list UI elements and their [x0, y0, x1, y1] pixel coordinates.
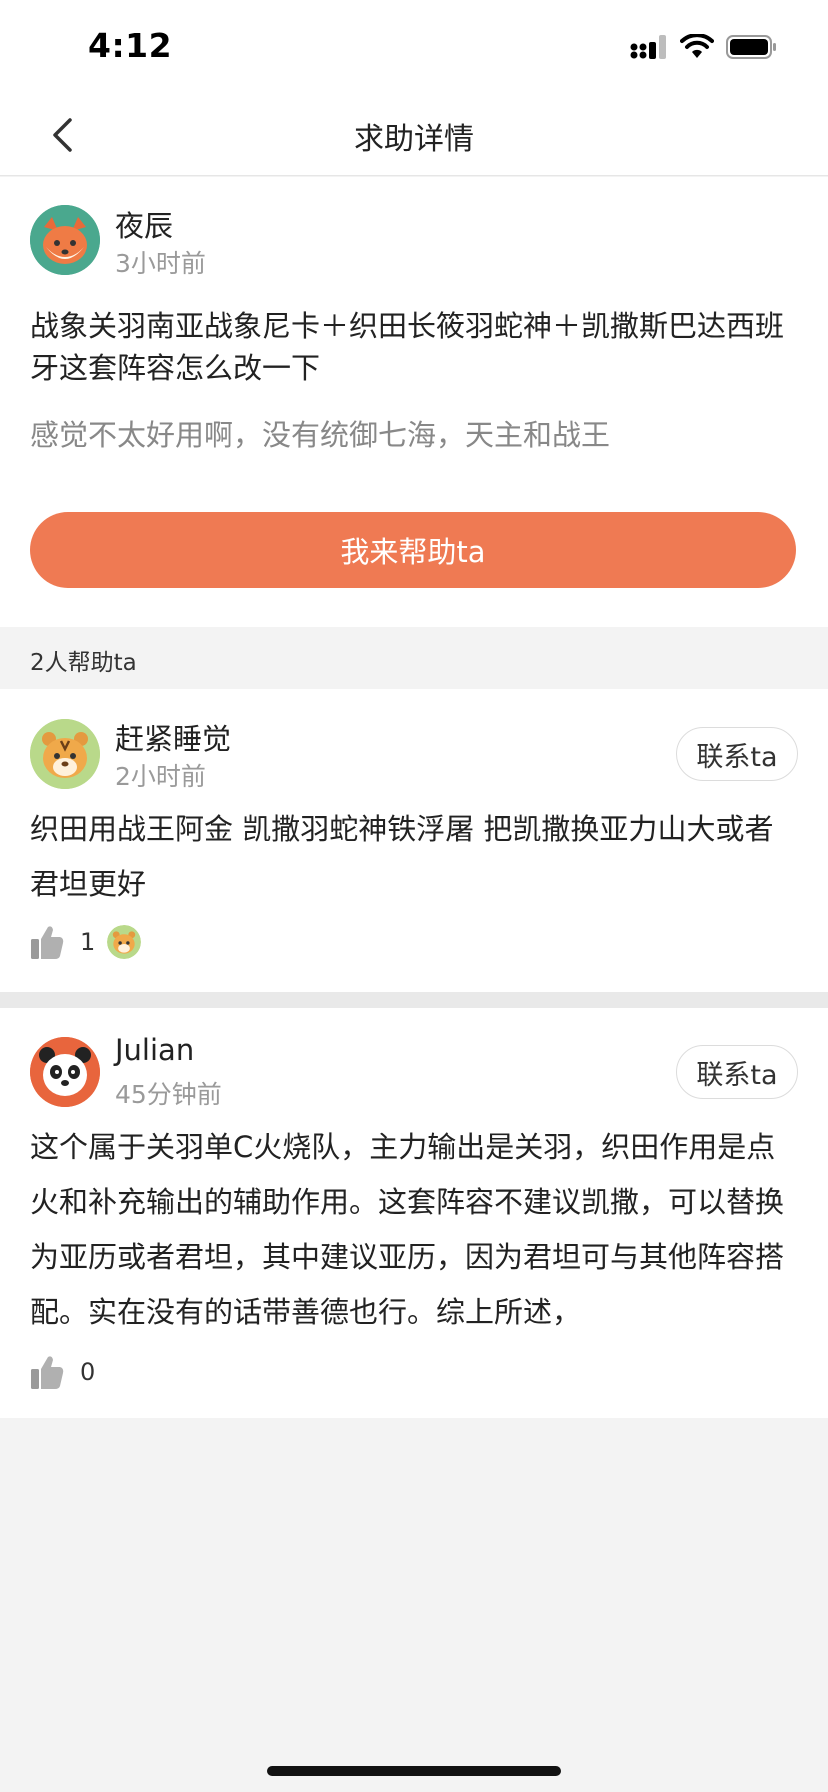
answer-text: 这个属于关羽单C火烧队，主力输出是关羽，织田作用是点火和补充输出的辅助作用。这套… — [30, 1130, 785, 1329]
status-icons — [630, 30, 778, 64]
status-time: 4:12 — [88, 26, 173, 65]
page-title: 求助详情 — [354, 122, 474, 157]
helpers-count: 2人帮助ta — [30, 650, 137, 676]
panda-avatar[interactable] — [30, 1037, 100, 1107]
answer-time: 45分钟前 — [115, 1080, 222, 1109]
helpers-header: 2人帮助ta — [0, 627, 828, 689]
home-indicator[interactable] — [267, 1766, 561, 1776]
like-count: 0 — [80, 1358, 96, 1386]
fox-avatar[interactable] — [30, 205, 100, 275]
like-row: 0 — [30, 1352, 95, 1392]
author-name: 夜辰 — [115, 209, 174, 243]
question-subtext: 感觉不太好用啊，没有统御七海，天主和战王 — [30, 418, 611, 452]
wifi-icon — [680, 34, 714, 58]
like-count: 1 — [80, 928, 96, 956]
navigation-bar: 求助详情 — [0, 94, 828, 176]
question-card: 夜辰 3小时前 战象关羽南亚战象尼卡＋织田长筱羽蛇神＋凯撒斯巴达西班牙这套阵容怎… — [0, 177, 828, 627]
help-button[interactable]: 我来帮助ta — [30, 512, 796, 588]
answer-card: Julian 45分钟前 联系ta 这个属于关羽单C火烧队，主力输出是关羽，织田… — [0, 1008, 828, 1418]
author-name: Julian — [115, 1033, 195, 1067]
answer-card: 赶紧睡觉 2小时前 联系ta 织田用战王阿金 凯撒羽蛇神铁浮屠 把凯撒换亚力山大… — [0, 689, 828, 992]
status-bar: 4:12 — [0, 0, 828, 94]
thumbs-up-icon[interactable] — [30, 1354, 64, 1390]
thumbs-up-icon[interactable] — [30, 924, 64, 960]
battery-icon — [726, 35, 776, 59]
author-name: 赶紧睡觉 — [115, 722, 232, 756]
post-time: 3小时前 — [115, 249, 206, 278]
help-detail-screen: 4:12 求助详情 夜辰 3小时前 战象关羽南亚战象尼卡＋织田长筱羽蛇神＋凯撒斯… — [0, 0, 828, 1792]
answer-text: 织田用战王阿金 凯撒羽蛇神铁浮屠 把凯撒换亚力山大或者君坦更好 — [30, 812, 774, 901]
like-row: 1 — [30, 922, 142, 962]
contact-button[interactable]: 联系ta — [676, 1045, 798, 1099]
answer-time: 2小时前 — [115, 762, 206, 791]
tiger-avatar[interactable] — [30, 719, 100, 789]
answer-divider — [0, 992, 828, 1008]
question-text: 战象关羽南亚战象尼卡＋织田长筱羽蛇神＋凯撒斯巴达西班牙这套阵容怎么改一下 — [30, 309, 785, 385]
signal-icon — [630, 35, 666, 59]
contact-button[interactable]: 联系ta — [676, 727, 798, 781]
liker-avatar — [107, 925, 142, 959]
